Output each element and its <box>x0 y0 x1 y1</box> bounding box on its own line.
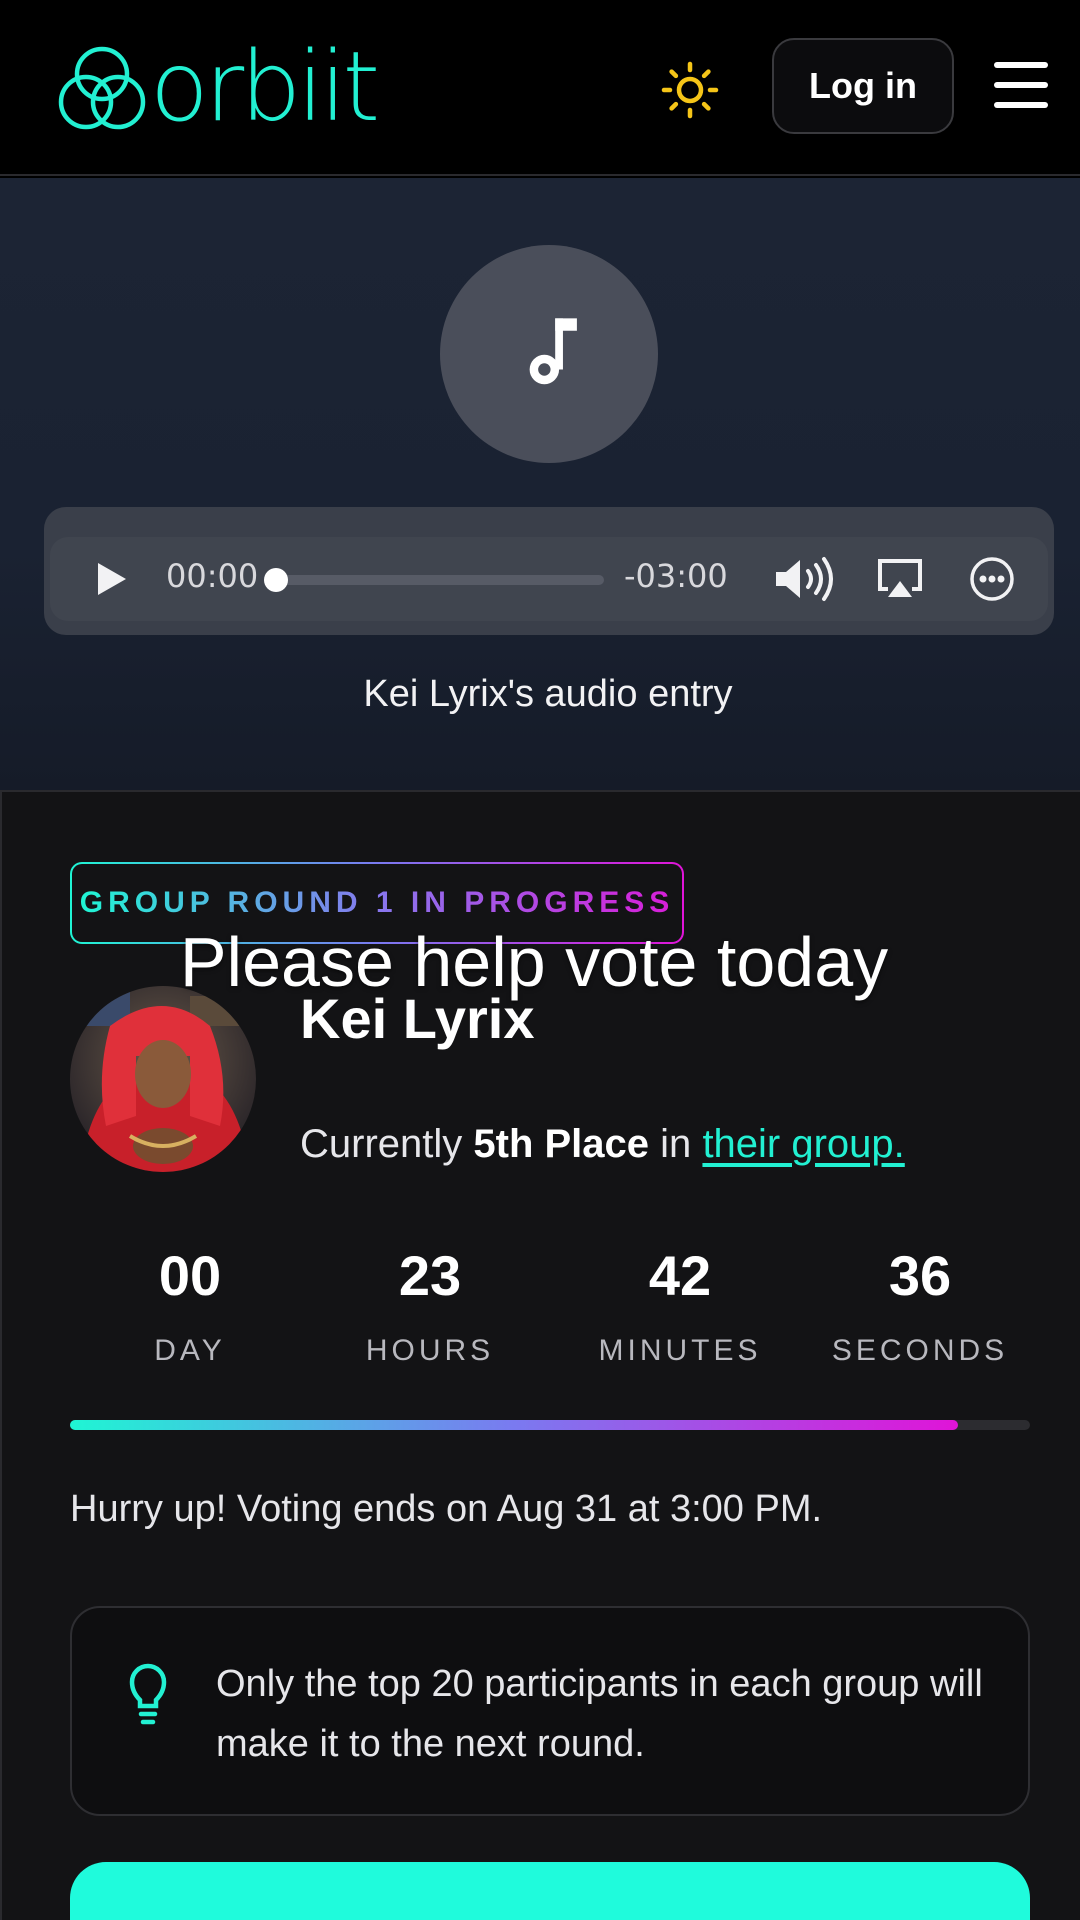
audio-controls: 00:00 -03:00 <box>50 537 1048 621</box>
countdown-hours-value: 23 <box>398 1244 462 1307</box>
placement-prefix: Currently <box>300 1122 463 1166</box>
countdown-seconds: 36 SECONDS <box>800 1248 1040 1368</box>
countdown-minutes: 42 MINUTES <box>560 1248 800 1368</box>
voting-time-progress <box>70 1420 1030 1430</box>
countdown-days-value: 00 <box>158 1244 222 1307</box>
hamburger-menu-button[interactable] <box>994 62 1048 108</box>
countdown-timer: 00 DAY 23 HOURS 42 MINUTES 36 SECONDS <box>70 1248 1030 1378</box>
volume-button[interactable] <box>772 555 836 603</box>
logo-wordmark: orbiit <box>150 31 380 143</box>
seek-thumb[interactable] <box>264 568 288 592</box>
airplay-button[interactable] <box>876 555 924 603</box>
round-status-text: GROUP ROUND 1 IN PROGRESS <box>79 886 675 919</box>
speaker-icon <box>776 557 833 601</box>
countdown-minutes-label: MINUTES <box>598 1334 762 1367</box>
countdown-days-label: DAY <box>154 1334 226 1367</box>
countdown-hours: 23 HOURS <box>310 1248 550 1368</box>
top-navbar: orbiit Log in <box>0 0 1080 176</box>
tip-text: Only the top 20 participants in each gro… <box>216 1663 983 1765</box>
audio-entry-caption: Kei Lyrix's audio entry <box>363 673 733 715</box>
info-tip-box: Only the top 20 participants in each gro… <box>70 1606 1030 1816</box>
login-button[interactable]: Log in <box>772 38 954 134</box>
group-placement: Currently 5th Place in their group. <box>300 1122 905 1167</box>
placement-mid: in <box>660 1122 692 1166</box>
play-button[interactable] <box>90 559 130 599</box>
countdown-minutes-value: 42 <box>648 1244 712 1307</box>
countdown-seconds-value: 36 <box>888 1244 952 1307</box>
theme-toggle-button[interactable] <box>660 60 720 120</box>
audio-entry-player: 00:00 -03:00 Kei Lyrix's audio entry <box>0 178 1080 790</box>
more-options-button[interactable] <box>968 555 1016 603</box>
play-icon <box>98 563 126 595</box>
voting-time-progress-fill <box>70 1420 958 1430</box>
countdown-hours-label: HOURS <box>365 1334 495 1367</box>
ellipsis-icon <box>970 557 1014 601</box>
entry-details-card: GROUP ROUND 1 IN PROGRESS Please help vo… <box>0 790 1080 1920</box>
orbiit-logo[interactable]: orbiit <box>56 31 380 143</box>
avatar-image <box>70 986 256 1172</box>
countdown-days: 00 DAY <box>70 1248 310 1368</box>
countdown-seconds-label: SECONDS <box>831 1334 1009 1367</box>
seek-slider[interactable] <box>264 568 604 592</box>
voting-deadline-text: Hurry up! Voting ends on Aug 31 at 3:00 … <box>70 1488 823 1530</box>
audio-controls-container: 00:00 -03:00 <box>44 507 1054 635</box>
vote-button[interactable] <box>70 1862 1030 1920</box>
music-artwork <box>440 245 658 463</box>
artist-name: Kei Lyrix <box>300 987 535 1050</box>
airplay-icon <box>878 559 922 597</box>
placement-value: 5th Place <box>473 1122 650 1166</box>
current-time: 00:00 <box>166 557 259 595</box>
logo-rings-icon <box>58 46 146 130</box>
lightbulb-icon <box>129 1663 167 1725</box>
music-note-icon <box>529 318 577 385</box>
hamburger-icon <box>994 62 1048 68</box>
sun-icon <box>661 61 719 119</box>
artist-avatar[interactable] <box>70 986 256 1172</box>
remaining-time: -03:00 <box>624 557 728 595</box>
their-group-link[interactable]: their group. <box>702 1122 904 1166</box>
